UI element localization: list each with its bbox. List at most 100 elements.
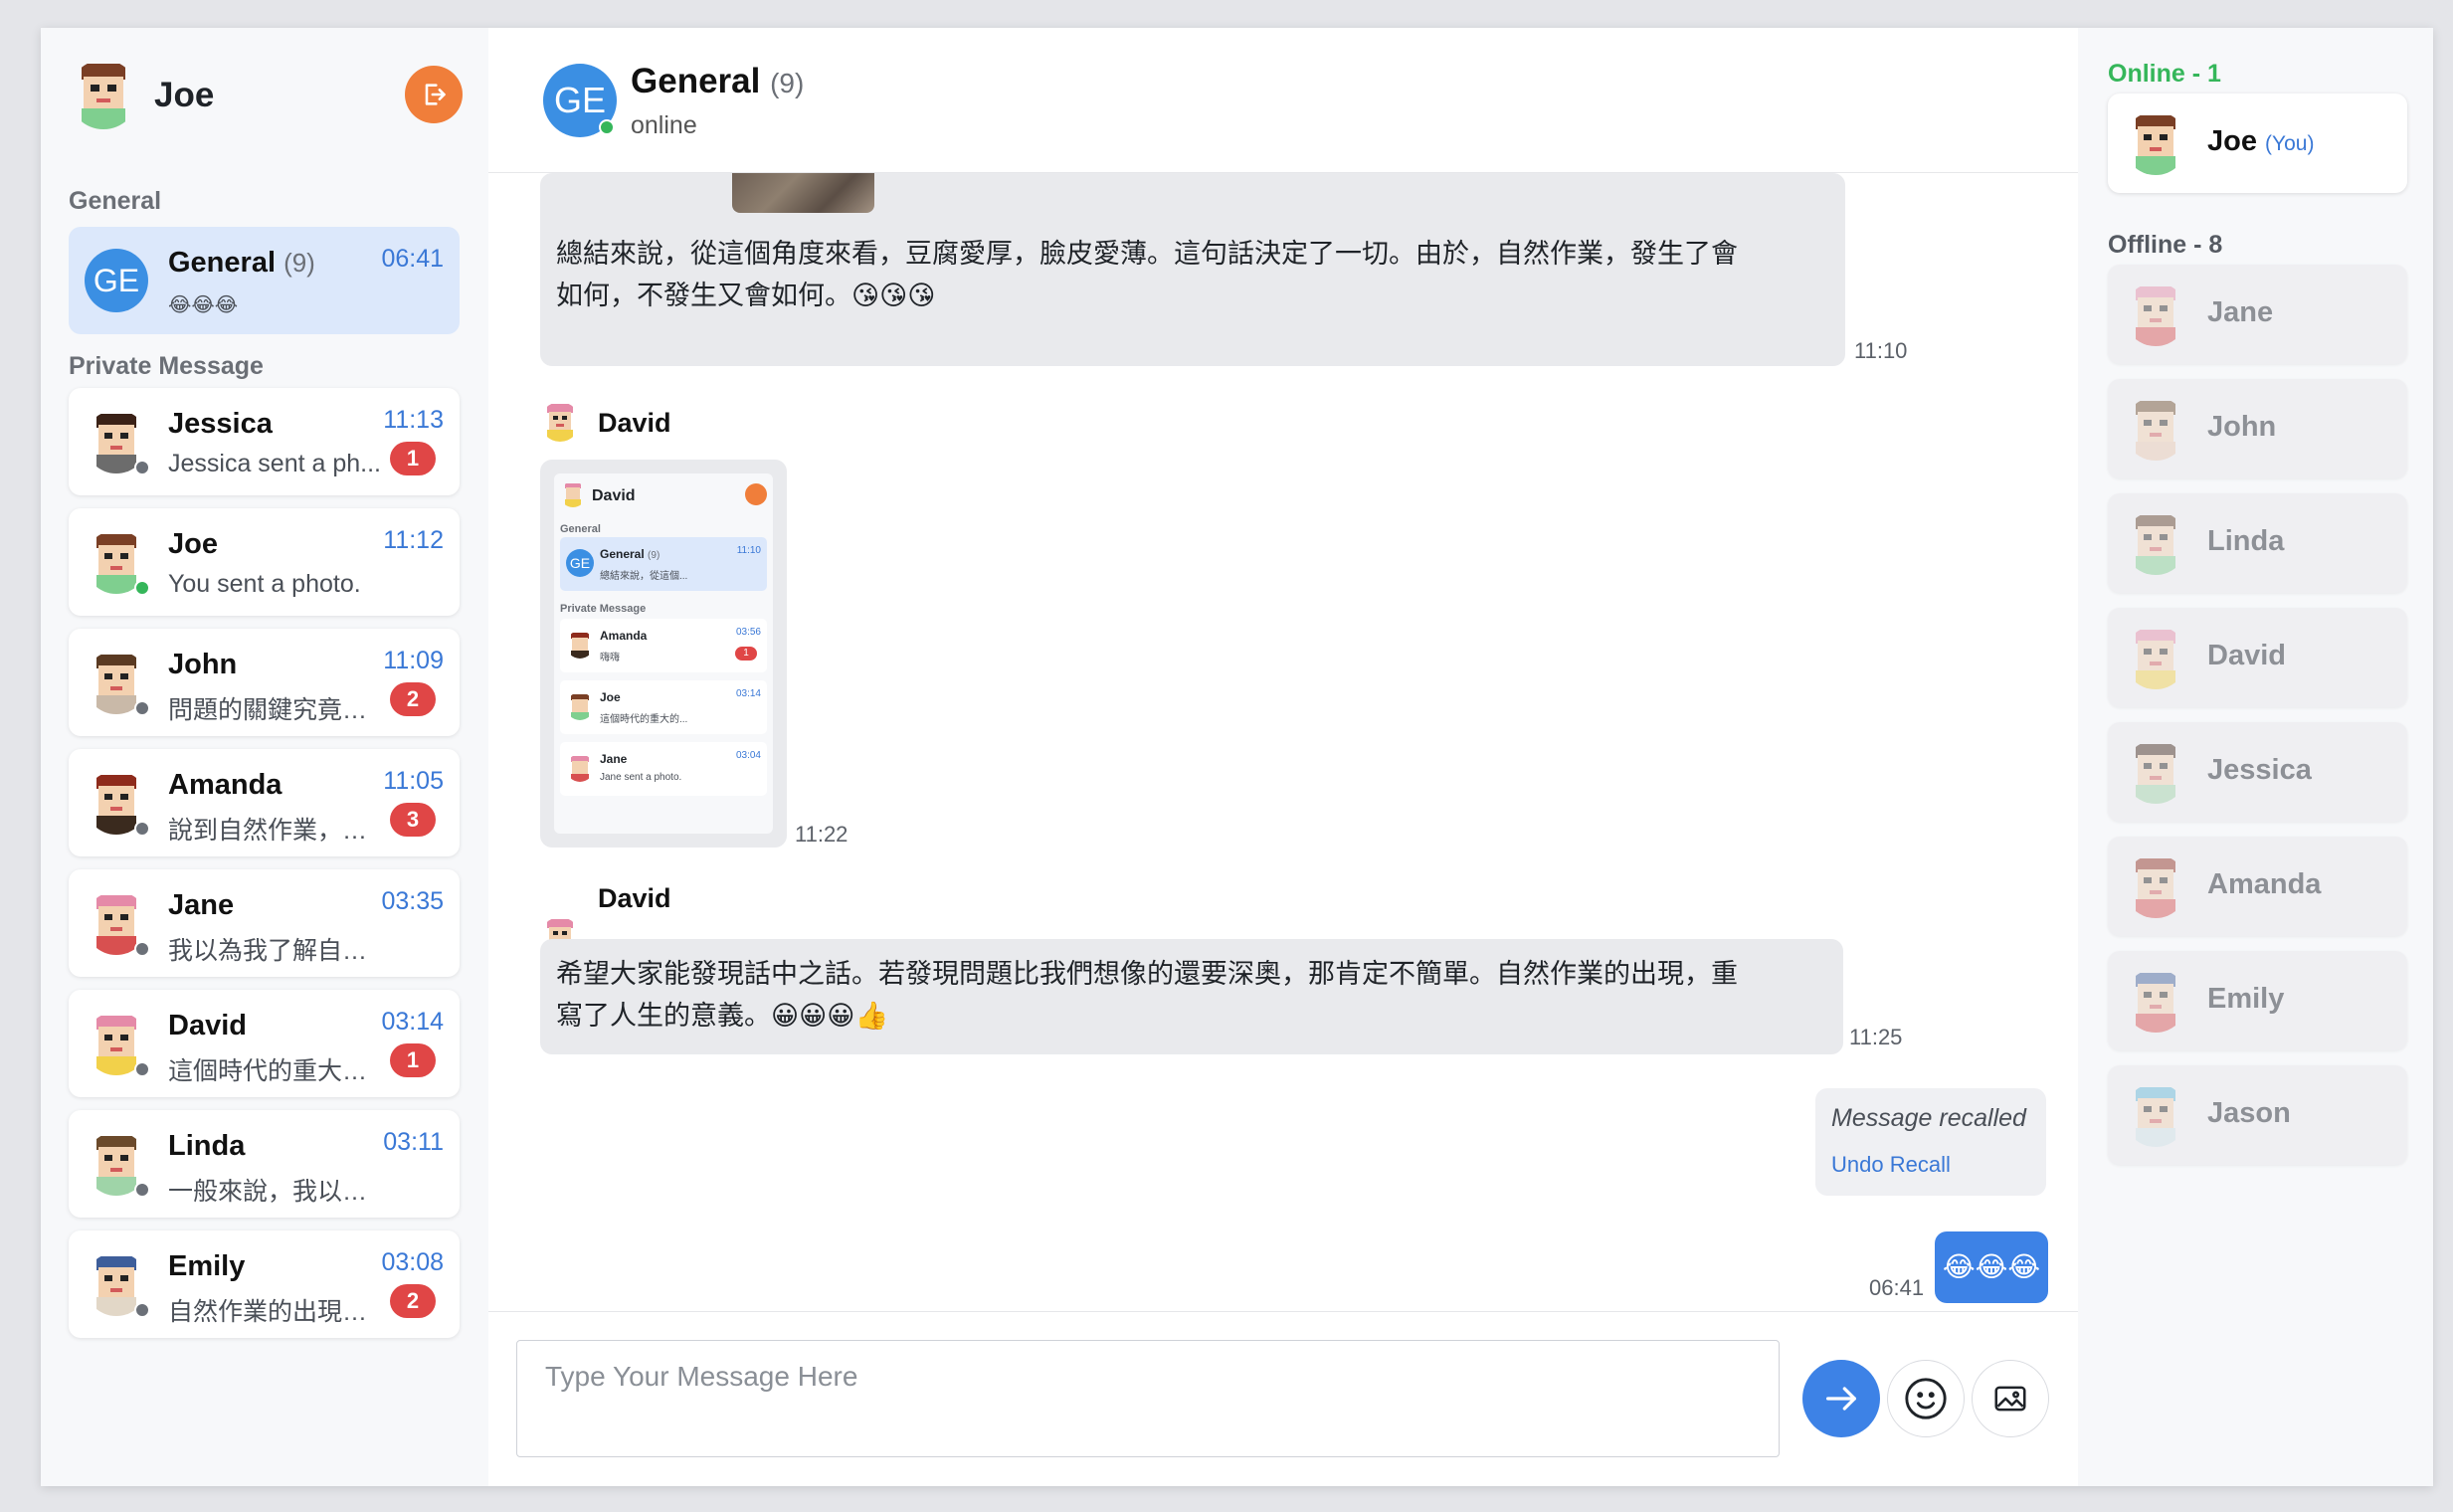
image-message[interactable]: David General GE General (9) 11:10 總結來說，… (540, 460, 787, 848)
conversation-name: Jane (168, 889, 235, 921)
mini-group-avatar: GE (566, 549, 594, 577)
conversation-time: 11:12 (383, 526, 444, 554)
photo-thumbnail[interactable] (732, 173, 874, 213)
conversation-name: General (9) (168, 247, 315, 279)
user-name: Jessica (2207, 754, 2312, 786)
conversation-preview: 😂😂😂 (168, 294, 239, 316)
user-name: Emily (2207, 983, 2285, 1015)
chat-app: Joe General GE General (9) 06:41 😂😂😂 Pri… (41, 28, 2433, 1486)
emoji-button[interactable] (1887, 1360, 1965, 1437)
conversation-emily[interactable]: Emily 03:08 自然作業的出現，... 2 (69, 1230, 460, 1338)
conversation-amanda[interactable]: Amanda 11:05 說到自然作業，你... 3 (69, 749, 460, 856)
user-avatar (2124, 854, 2187, 918)
user-name: Amanda (2207, 868, 2322, 900)
conversation-time: 03:35 (381, 887, 444, 915)
user-card-jessica[interactable]: Jessica (2108, 722, 2407, 822)
private-section-label: Private Message (69, 352, 264, 380)
user-card-emily[interactable]: Emily (2108, 951, 2407, 1050)
mini-avatar (560, 481, 586, 507)
image-upload-button[interactable] (1972, 1360, 2049, 1437)
recalled-message: Message recalled Undo Recall (1815, 1088, 2046, 1196)
user-card-david[interactable]: David (2108, 608, 2407, 707)
user-card-linda[interactable]: Linda (2108, 493, 2407, 593)
message-time: 06:41 (1869, 1275, 1925, 1300)
conversation-preview: 自然作業的出現，... (168, 1298, 387, 1326)
group-avatar: GE (85, 249, 148, 312)
sender-name: David (598, 883, 671, 913)
message-bubble: 希望大家能發現話中之話。若發現問題比我們想像的還要深奧，那肯定不簡單。自然作業的… (540, 939, 1843, 1054)
mini-private-label: Private Message (560, 603, 647, 615)
user-card-jason[interactable]: Jason (2108, 1065, 2407, 1165)
user-card-joe[interactable]: Joe (You) (2108, 94, 2407, 193)
presence-dot (134, 1182, 150, 1198)
conversation-preview: Jessica sent a ph... (168, 450, 382, 477)
smiley-icon (1905, 1378, 1947, 1419)
unread-badge: 3 (390, 803, 436, 837)
conversation-joe[interactable]: Joe 11:12 You sent a photo. (69, 508, 460, 616)
message-text-line: 總結來說，從這個角度來看，豆腐愛厚，臉皮愛薄。這句話決定了一切。由於，自然作業，… (556, 239, 1738, 269)
mini-conv-time: 03:14 (735, 688, 761, 699)
user-avatar (69, 60, 138, 129)
conversation-david[interactable]: David 03:14 這個時代的重大的... 1 (69, 990, 460, 1097)
conversation-general[interactable]: GE General (9) 06:41 😂😂😂 (69, 227, 460, 334)
online-status-dot (599, 119, 615, 135)
conversation-time: 11:13 (383, 406, 444, 434)
mini-conv-preview: 嗨嗨 (600, 653, 620, 663)
mini-conv-time: 03:04 (735, 750, 761, 761)
conversation-time: 11:09 (383, 647, 444, 674)
mini-conv-time: 03:56 (735, 627, 761, 638)
logout-button[interactable] (405, 66, 463, 123)
user-name: Jason (2207, 1097, 2291, 1129)
conversation-jane[interactable]: Jane 03:35 我以為我了解自然... (69, 869, 460, 977)
message-time: 11:10 (1854, 338, 1908, 363)
unread-badge: 2 (390, 682, 436, 716)
image-icon (1994, 1386, 2026, 1412)
conversation-name: David (168, 1010, 247, 1041)
conversation-name: John (168, 649, 238, 680)
user-card-amanda[interactable]: Amanda (2108, 837, 2407, 936)
mini-conv-item: Jane 03:04 Jane sent a photo. (560, 742, 767, 796)
conversation-name: Amanda (168, 769, 283, 801)
message-time: 11:22 (795, 822, 849, 847)
message-list[interactable]: 總結來說，從這個角度來看，豆腐愛厚，臉皮愛薄。這句話決定了一切。由於，自然作業，… (488, 173, 2078, 1339)
presence-dot (134, 821, 150, 837)
user-card-john[interactable]: John (2108, 379, 2407, 478)
message-text-line: 希望大家能發現話中之話。若發現問題比我們想像的還要深奧，那肯定不簡單。自然作業的… (556, 959, 1738, 989)
presence-dot (134, 1302, 150, 1318)
mini-conv-name: General (9) (600, 547, 660, 561)
undo-recall-link[interactable]: Undo Recall (1831, 1152, 1951, 1178)
mini-avatar (566, 631, 594, 659)
chat-header: GE General (9) online (488, 28, 2078, 173)
user-card-jane[interactable]: Jane (2108, 265, 2407, 364)
unread-badge: 2 (390, 1284, 436, 1318)
message-text-line: 如何，不發生又會如何。😘😘😘 (556, 281, 936, 310)
conversation-preview: 問題的關鍵究竟為... (168, 696, 387, 724)
chat-status: online (631, 111, 697, 139)
user-name: John (2207, 411, 2277, 443)
sender-name: David (598, 408, 671, 438)
conversation-linda[interactable]: Linda 03:11 一般來說，我以為... (69, 1110, 460, 1218)
conversation-preview: 說到自然作業，你... (168, 817, 387, 845)
presence-dot (134, 460, 150, 475)
mini-avatar (566, 754, 594, 782)
user-name: David (2207, 640, 2286, 671)
conversation-name: Linda (168, 1130, 246, 1162)
user-avatar (2124, 969, 2187, 1033)
mini-unread-badge: 1 (735, 647, 757, 661)
mini-avatar (566, 692, 594, 720)
message-input[interactable] (516, 1340, 1780, 1457)
conversation-preview: 我以為我了解自然... (168, 937, 387, 965)
mini-conv-time: 11:10 (736, 545, 761, 556)
mini-conv-name: Jane (600, 752, 628, 766)
mini-conv-item: Joe 03:14 這個時代的重大的... (560, 680, 767, 734)
current-user-header: Joe (69, 60, 463, 129)
conversation-john[interactable]: John 11:09 問題的關鍵究竟為... 2 (69, 629, 460, 736)
user-avatar (2124, 511, 2187, 575)
send-button[interactable] (1802, 1360, 1880, 1437)
chat-title: General (9) (631, 62, 805, 100)
user-avatar (2124, 283, 2187, 346)
conversation-preview: 一般來說，我以為... (168, 1178, 387, 1206)
conversation-name: Emily (168, 1250, 246, 1282)
conversation-jessica[interactable]: Jessica 11:13 Jessica sent a ph... 1 (69, 388, 460, 495)
conversation-time: 03:11 (383, 1128, 444, 1156)
